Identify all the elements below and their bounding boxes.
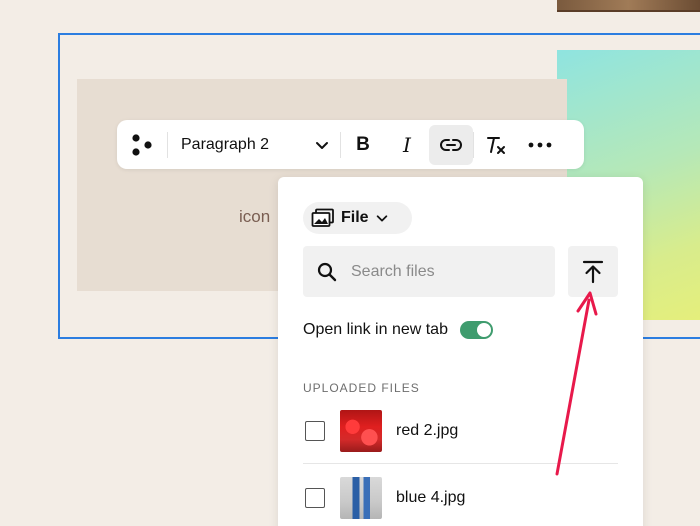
search-icon bbox=[317, 262, 337, 281]
more-options-button[interactable] bbox=[518, 125, 562, 165]
open-new-tab-row: Open link in new tab bbox=[303, 319, 493, 341]
clear-format-icon bbox=[487, 136, 505, 154]
link-source-dropdown[interactable]: File bbox=[303, 202, 412, 234]
file-thumbnail bbox=[340, 477, 382, 519]
file-list-item[interactable]: red 2.jpg bbox=[303, 398, 618, 464]
open-new-tab-label: Open link in new tab bbox=[303, 321, 448, 338]
paragraph-style-dropdown[interactable]: Paragraph 2 bbox=[168, 120, 340, 169]
file-checkbox[interactable] bbox=[305, 488, 325, 508]
upload-icon bbox=[582, 260, 604, 283]
more-dots-icon bbox=[528, 142, 552, 147]
search-files-input[interactable] bbox=[351, 262, 541, 281]
link-button[interactable] bbox=[429, 124, 473, 165]
file-name: red 2.jpg bbox=[396, 421, 459, 439]
paragraph-style-label: Paragraph 2 bbox=[181, 135, 270, 153]
open-new-tab-toggle[interactable] bbox=[459, 321, 493, 339]
chevron-down-icon bbox=[316, 141, 328, 149]
upload-button[interactable] bbox=[568, 246, 618, 297]
file-list-item[interactable]: blue 4.jpg bbox=[303, 465, 618, 526]
block-dots-icon bbox=[132, 133, 152, 156]
toggle-knob bbox=[476, 323, 491, 337]
search-files-box[interactable] bbox=[303, 246, 555, 297]
file-thumbnail bbox=[340, 409, 382, 452]
image-files-icon bbox=[311, 208, 334, 227]
link-panel: File Open link in new tab UPLOADED FILES… bbox=[278, 177, 643, 526]
link-source-label: File bbox=[341, 209, 369, 226]
file-name: blue 4.jpg bbox=[396, 489, 466, 506]
block-menu-button[interactable] bbox=[117, 120, 167, 169]
text-toolbar: Paragraph 2 B I bbox=[117, 120, 584, 169]
image-strip bbox=[557, 0, 700, 12]
bold-button[interactable]: B bbox=[341, 125, 385, 165]
italic-button[interactable]: I bbox=[385, 125, 429, 165]
uploaded-files-heading: UPLOADED FILES bbox=[303, 381, 420, 395]
link-icon bbox=[440, 138, 462, 151]
chevron-down-icon bbox=[376, 215, 387, 222]
file-checkbox[interactable] bbox=[305, 420, 325, 441]
block-text[interactable]: icon bbox=[239, 207, 270, 227]
clear-format-button[interactable] bbox=[474, 125, 518, 165]
